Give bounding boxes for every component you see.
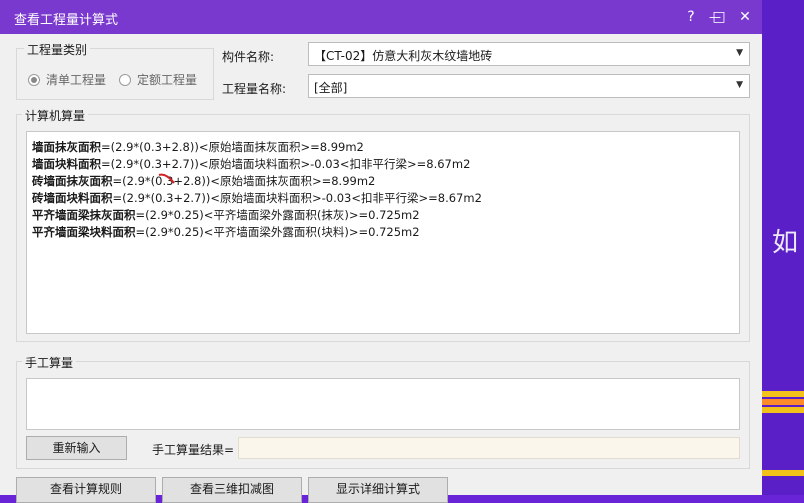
component-name-select[interactable]: 【CT-02】仿意大利灰木纹墙地砖 ▼	[308, 42, 750, 66]
pen-annotation-mark	[158, 173, 175, 184]
reset-input-button[interactable]: 重新输入	[26, 436, 127, 460]
radio-bill-quantity[interactable]: 清单工程量	[28, 71, 106, 88]
manual-input-box[interactable]	[26, 378, 740, 430]
help-button[interactable]: ?	[680, 6, 702, 28]
radio-quota-quantity[interactable]: 定额工程量	[119, 71, 197, 88]
desktop-text: 如	[771, 228, 798, 258]
component-name-label: 构件名称:	[222, 50, 275, 64]
title-bar: 查看工程量计算式 ? — □ ✕	[0, 0, 762, 34]
desktop-stripe	[760, 391, 804, 397]
radio-label: 定额工程量	[137, 73, 198, 87]
view-calculation-rules-button[interactable]: 查看计算规则	[16, 477, 156, 503]
computed-legend: 计算机算量	[22, 107, 89, 124]
manual-result-label: 手工算量结果=	[152, 443, 235, 457]
computed-formula-box[interactable]: 墙面抹灰面积=(2.9*(0.3+2.8))<原始墙面抹灰面积>=8.99m2 …	[26, 131, 740, 334]
formula-line: 砖墙面抹灰面积=(2.9*(0.3+2.8))<原始墙面抹灰面积>=8.99m2	[32, 174, 376, 188]
desktop-stripe	[760, 399, 804, 405]
quantity-name-value: [全部]	[314, 81, 348, 95]
radio-label: 清单工程量	[46, 73, 107, 87]
dialog-window: 查看工程量计算式 ? — □ ✕ 工程量类别 清单工程量 定额工程量 构件名称:…	[0, 0, 762, 503]
quantity-name-label: 工程量名称:	[222, 82, 287, 96]
manual-legend: 手工算量	[22, 354, 77, 371]
component-name-value: 【CT-02】仿意大利灰木纹墙地砖	[314, 49, 493, 63]
radio-circle	[119, 73, 131, 86]
formula-line: 墙面抹灰面积=(2.9*(0.3+2.8))<原始墙面抹灰面积>=8.99m2	[32, 140, 364, 154]
maximize-button[interactable]: □	[708, 6, 730, 28]
close-button[interactable]: ✕	[734, 6, 756, 28]
formula-line: 平齐墙面梁抹灰面积=(2.9*0.25)<平齐墙面梁外露面积(抹灰)>=0.72…	[32, 208, 420, 222]
chevron-down-icon: ▼	[736, 48, 743, 58]
formula-line: 砖墙面块料面积=(2.9*(0.3+2.7))<原始墙面块料面积>-0.03<扣…	[32, 191, 482, 205]
show-detailed-formula-button[interactable]: 显示详细计算式	[308, 477, 448, 503]
view-3d-deduction-button[interactable]: 查看三维扣减图	[162, 477, 302, 503]
manual-result-field[interactable]	[238, 437, 740, 459]
desktop-stripe	[760, 470, 804, 476]
radio-circle	[28, 73, 40, 86]
formula-line: 平齐墙面梁块料面积=(2.9*0.25)<平齐墙面梁外露面积(块料)>=0.72…	[32, 225, 420, 239]
desktop-stripe	[760, 407, 804, 413]
chevron-down-icon: ▼	[736, 80, 743, 90]
quantity-name-select[interactable]: [全部] ▼	[308, 74, 750, 98]
window-title: 查看工程量计算式	[14, 13, 119, 28]
quantity-type-legend: 工程量类别	[24, 41, 91, 58]
formula-line: 墙面块料面积=(2.9*(0.3+2.7))<原始墙面块料面积>-0.03<扣非…	[32, 157, 471, 171]
